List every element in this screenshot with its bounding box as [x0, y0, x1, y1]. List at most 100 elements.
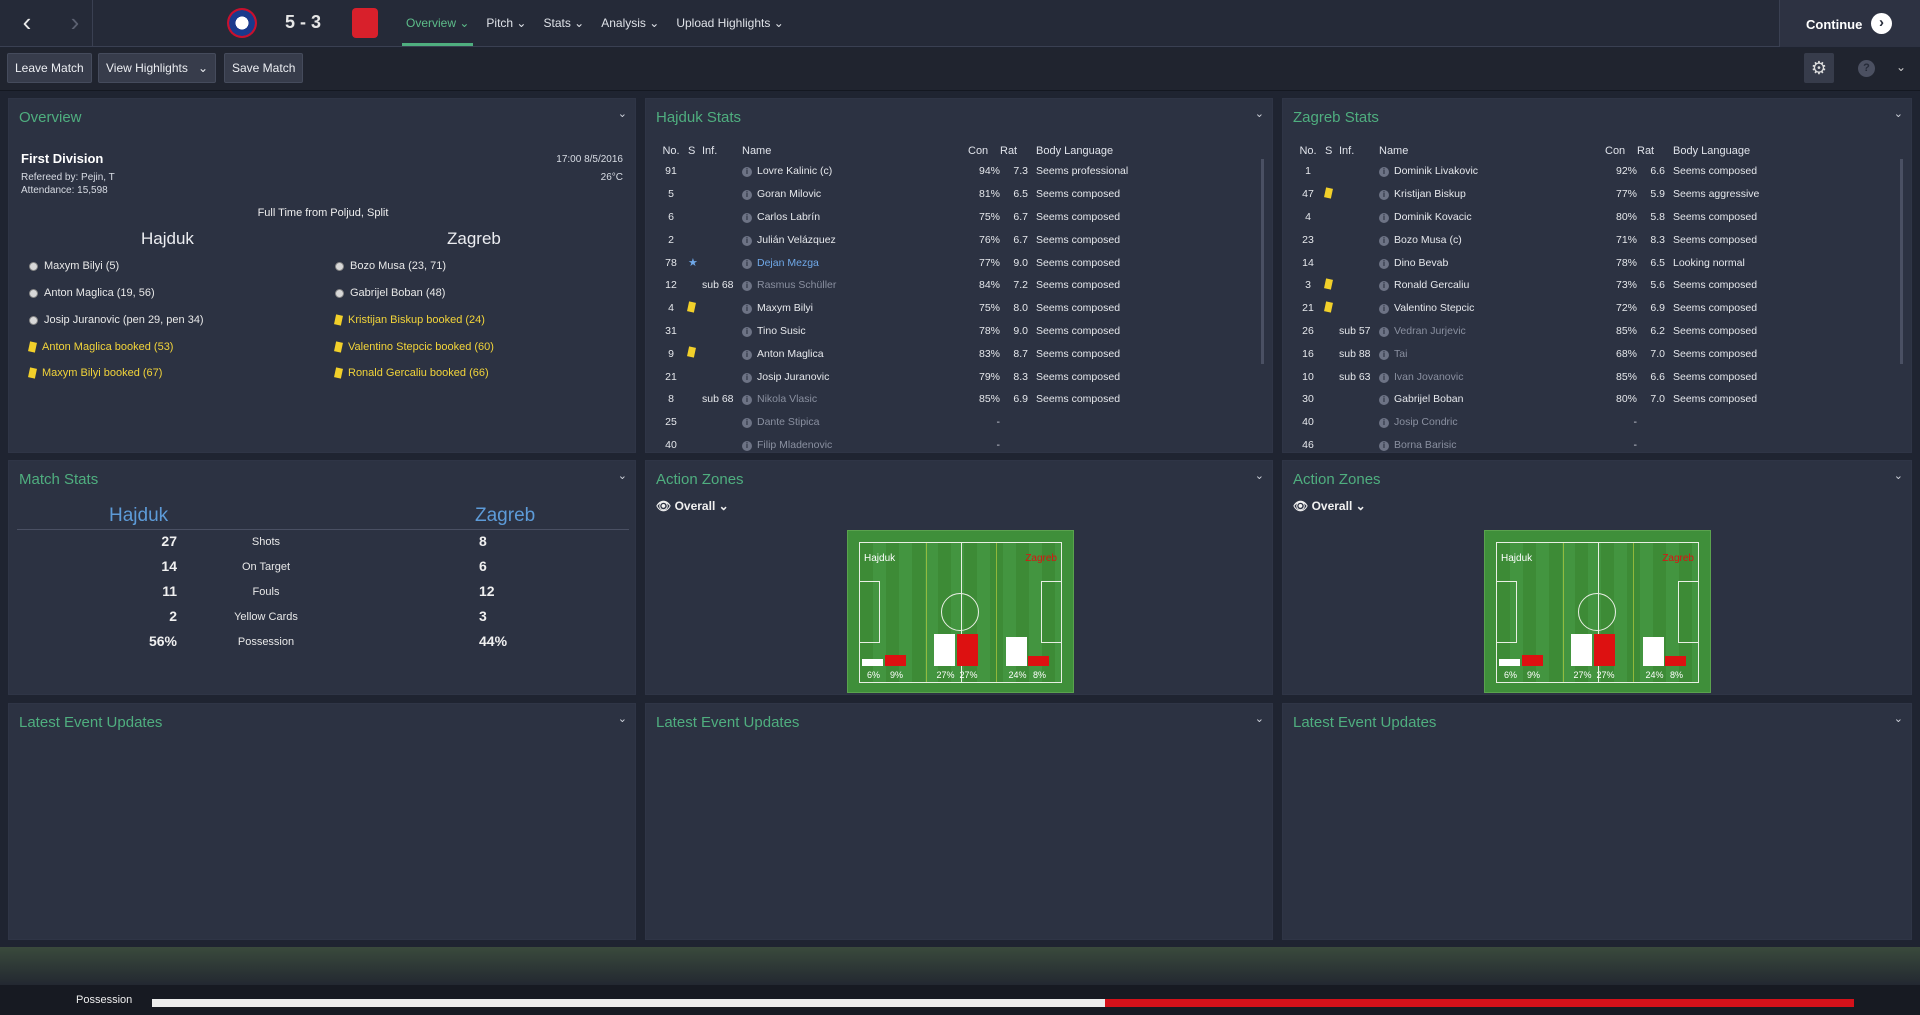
chevron-down-icon[interactable]: ⌄	[1255, 107, 1264, 120]
table-row[interactable]: 26 sub 57 i Vedran Jurjevic 85% 6.2 Seems comp…	[1291, 320, 1897, 343]
table-row[interactable]: 31 i Tino Susic 78% 9.0 Seems composed	[654, 320, 1258, 343]
player-name[interactable]: i Filip Mladenovic	[742, 434, 968, 452]
rating: 9.0	[1013, 256, 1028, 269]
menu-upload-highlights[interactable]: Upload Highlights ⌄	[676, 16, 783, 30]
condition: 75%	[978, 210, 1000, 223]
hajduk-crest-icon	[227, 8, 257, 38]
player-name[interactable]: i Tino Susic	[742, 320, 968, 343]
table-row[interactable]: 46 i Borna Barisic -	[1291, 434, 1897, 452]
table-row[interactable]: 47 i Kristijan Biskup 77% 5.9 Seems aggressiv…	[1291, 183, 1897, 206]
player-name[interactable]: i Ronald Gercaliu	[1379, 274, 1605, 297]
overall-filter[interactable]: 👁 Overall ⌄	[656, 499, 729, 513]
player-name[interactable]: i Josip Condric	[1379, 411, 1605, 434]
column-header[interactable]: Inf.	[702, 141, 742, 160]
table-row[interactable]: 23 i Bozo Musa (c) 71% 8.3 Seems composed	[1291, 228, 1897, 251]
scrollbar[interactable]	[1261, 159, 1264, 364]
gear-icon[interactable]: ⚙	[1804, 53, 1834, 83]
column-header[interactable]: No.	[654, 141, 688, 160]
continue-button[interactable]: Continue ›	[1779, 0, 1920, 47]
chevron-down-icon[interactable]: ⌄	[1255, 712, 1264, 725]
player-name[interactable]: i Lovre Kalinic (c)	[742, 160, 968, 183]
body-language: Seems composed	[1673, 370, 1758, 383]
forward-arrow-icon[interactable]: ›	[60, 8, 90, 38]
table-row[interactable]: 30 i Gabrijel Boban 80% 7.0 Seems composed	[1291, 388, 1897, 411]
chevron-down-icon[interactable]: ⌄	[1255, 469, 1264, 482]
chevron-down-icon[interactable]: ⌄	[618, 712, 627, 725]
player-name[interactable]: i Borna Barisic	[1379, 434, 1605, 452]
column-header[interactable]: Name	[742, 141, 968, 160]
table-row[interactable]: 40 i Filip Mladenovic -	[654, 434, 1258, 452]
table-row[interactable]: 2 i Julián Velázquez 76% 6.7 Seems composed	[654, 228, 1258, 251]
player-name[interactable]: i Ivan Jovanovic	[1379, 365, 1605, 388]
column-header[interactable]: Con	[1605, 141, 1637, 160]
table-row[interactable]: 16 sub 88 i Tai 68% 7.0 Seems composed	[1291, 342, 1897, 365]
help-icon[interactable]: ?	[1858, 60, 1875, 77]
rating: 7.0	[1650, 393, 1665, 406]
player-name[interactable]: i Gabrijel Boban	[1379, 388, 1605, 411]
table-row[interactable]: 6 i Carlos Labrín 75% 6.7 Seems composed	[654, 206, 1258, 229]
table-row[interactable]: 14 i Dino Bevab 78% 6.5 Looking normal	[1291, 251, 1897, 274]
column-header[interactable]: Name	[1379, 141, 1605, 160]
save-match-button[interactable]: Save Match	[224, 53, 304, 83]
table-row[interactable]: 12 sub 68 i Rasmus Schüller 84% 7.2 Seems comp…	[654, 274, 1258, 297]
table-row[interactable]: 25 i Dante Stipica -	[654, 411, 1258, 434]
player-name[interactable]: i Carlos Labrín	[742, 206, 968, 229]
table-row[interactable]: 1 i Dominik Livakovic 92% 6.6 Seems composed	[1291, 160, 1897, 183]
menu-pitch[interactable]: Pitch ⌄	[486, 16, 526, 30]
column-header[interactable]: S	[688, 141, 702, 160]
player-name[interactable]: i Bozo Musa (c)	[1379, 228, 1605, 251]
overall-filter[interactable]: 👁 Overall ⌄	[1293, 499, 1366, 513]
back-arrow-icon[interactable]: ‹	[12, 8, 42, 38]
leave-match-button[interactable]: Leave Match	[7, 53, 92, 83]
status-cell	[688, 434, 702, 452]
menu-stats[interactable]: Stats ⌄	[543, 16, 584, 30]
table-row[interactable]: 3 i Ronald Gercaliu 73% 5.6 Seems composed	[1291, 274, 1897, 297]
scrollbar[interactable]	[1900, 159, 1903, 364]
player-name[interactable]: i Dominik Kovacic	[1379, 206, 1605, 229]
column-header[interactable]: No.	[1291, 141, 1325, 160]
player-name[interactable]: i Dante Stipica	[742, 411, 968, 434]
table-row[interactable]: 4 i Dominik Kovacic 80% 5.8 Seems composed	[1291, 206, 1897, 229]
chevron-down-icon[interactable]: ⌄	[618, 469, 627, 482]
table-row[interactable]: 21 i Josip Juranovic 79% 8.3 Seems composed	[654, 365, 1258, 388]
player-name[interactable]: i Goran Milovic	[742, 183, 968, 206]
table-row[interactable]: 91 i Lovre Kalinic (c) 94% 7.3 Seems professi…	[654, 160, 1258, 183]
column-header[interactable]: Body Language	[1036, 141, 1258, 160]
player-name[interactable]: i Nikola Vlasic	[742, 388, 968, 411]
table-row[interactable]: 78 ★ i Dejan Mezga 77% 9.0 Seems composed	[654, 251, 1258, 274]
table-row[interactable]: 8 sub 68 i Nikola Vlasic 85% 6.9 Seems compose…	[654, 388, 1258, 411]
player-name[interactable]: i Anton Maglica	[742, 342, 968, 365]
player-name[interactable]: i Julián Velázquez	[742, 228, 968, 251]
column-header[interactable]: Inf.	[1339, 141, 1379, 160]
table-row[interactable]: 4 i Maxym Bilyi 75% 8.0 Seems composed	[654, 297, 1258, 320]
info-icon: i	[1379, 235, 1389, 246]
chevron-down-icon[interactable]: ⌄	[618, 107, 627, 120]
column-header[interactable]: Body Language	[1673, 141, 1897, 160]
column-header[interactable]: Con	[968, 141, 1000, 160]
chevron-down-icon[interactable]: ⌄	[1894, 712, 1903, 725]
view-highlights-button[interactable]: View Highlights ⌄	[98, 53, 216, 83]
chevron-down-icon[interactable]: ⌄	[1894, 107, 1903, 120]
player-name[interactable]: i Dejan Mezga	[742, 251, 968, 274]
column-header[interactable]: Rat	[1000, 141, 1036, 160]
player-name[interactable]: i Tai	[1379, 342, 1605, 365]
player-name[interactable]: i Vedran Jurjevic	[1379, 320, 1605, 343]
chevron-down-icon[interactable]: ⌄	[1896, 60, 1906, 74]
table-row[interactable]: 21 i Valentino Stepcic 72% 6.9 Seems composed	[1291, 297, 1897, 320]
column-header[interactable]: Rat	[1637, 141, 1673, 160]
player-name[interactable]: i Maxym Bilyi	[742, 297, 968, 320]
player-name[interactable]: i Rasmus Schüller	[742, 274, 968, 297]
menu-analysis[interactable]: Analysis ⌄	[601, 16, 659, 30]
player-name[interactable]: i Dominik Livakovic	[1379, 160, 1605, 183]
table-row[interactable]: 9 i Anton Maglica 83% 8.7 Seems composed	[654, 342, 1258, 365]
player-name[interactable]: i Valentino Stepcic	[1379, 297, 1605, 320]
menu-overview[interactable]: Overview ⌄	[401, 16, 474, 46]
column-header[interactable]: S	[1325, 141, 1339, 160]
player-name[interactable]: i Josip Juranovic	[742, 365, 968, 388]
table-row[interactable]: 5 i Goran Milovic 81% 6.5 Seems composed	[654, 183, 1258, 206]
table-row[interactable]: 40 i Josip Condric -	[1291, 411, 1897, 434]
player-name[interactable]: i Dino Bevab	[1379, 251, 1605, 274]
player-name[interactable]: i Kristijan Biskup	[1379, 183, 1605, 206]
chevron-down-icon[interactable]: ⌄	[1894, 469, 1903, 482]
table-row[interactable]: 10 sub 63 i Ivan Jovanovic 85% 6.6 Seems compo…	[1291, 365, 1897, 388]
